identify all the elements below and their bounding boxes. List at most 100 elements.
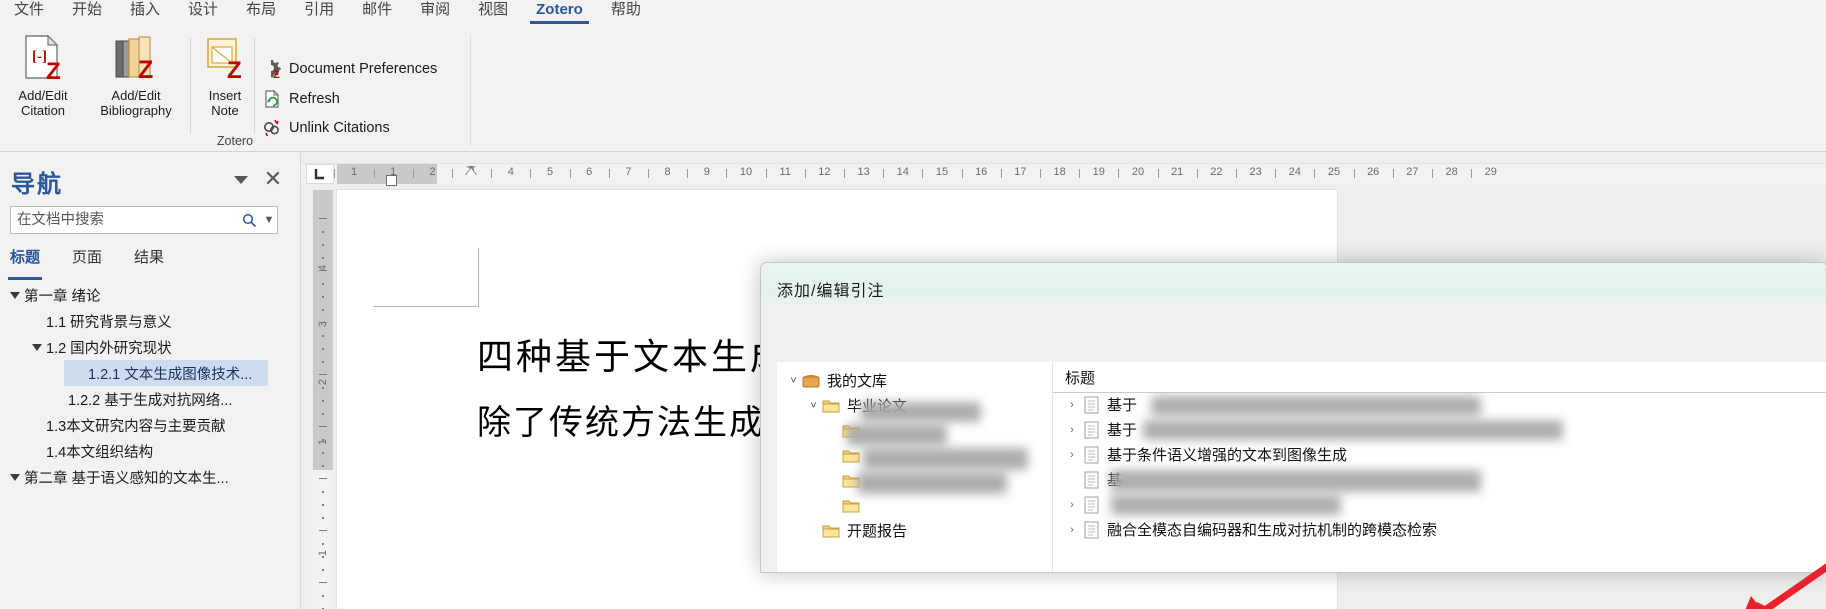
- chevron-down-icon[interactable]: [234, 176, 248, 184]
- nav-tree-item[interactable]: 1.2.2 基于生成对抗网络...: [0, 386, 300, 412]
- ribbon-tab-10[interactable]: 帮助: [597, 0, 655, 26]
- nav-tree-item[interactable]: 1.2.1 文本生成图像技术...: [64, 360, 268, 386]
- chevron-right-icon[interactable]: ›: [1063, 524, 1081, 536]
- add-edit-citation-label-2: Citation: [18, 103, 67, 118]
- folder-icon: [822, 523, 840, 538]
- refresh-label: Refresh: [289, 91, 340, 107]
- citation-list-item[interactable]: ›融合全模态自编码器和生成对抗机制的跨模态检索: [1053, 517, 1826, 542]
- add-edit-bibliography-button[interactable]: Z Add/Edit Bibliography: [88, 32, 184, 132]
- ribbon-tab-2[interactable]: 插入: [116, 0, 174, 26]
- items-list-pane[interactable]: 标题 ›基于›基于›基于条件语义增强的文本到图像生成基››融合全模态自编码器和生…: [1053, 362, 1826, 572]
- ribbon-tab-9[interactable]: Zotero: [522, 0, 597, 26]
- chevron-right-icon[interactable]: ›: [1063, 399, 1081, 411]
- nav-tree-item[interactable]: 1.3本文研究内容与主要贡献: [0, 412, 300, 438]
- expand-triangle-icon[interactable]: [8, 470, 22, 484]
- nav-tree-item[interactable]: 第二章 基于语义感知的文本生...: [0, 464, 300, 490]
- nav-tree-item[interactable]: 1.4本文组织结构: [0, 438, 300, 464]
- left-indent-marker[interactable]: [386, 175, 397, 186]
- items-list[interactable]: ›基于›基于›基于条件语义增强的文本到图像生成基››融合全模态自编码器和生成对抗…: [1053, 392, 1826, 572]
- horizontal-ruler[interactable]: 1123456789101112131415161718192021222324…: [301, 163, 1826, 184]
- ruler-tick: [1197, 169, 1198, 178]
- ruler-tick: [1393, 169, 1394, 178]
- folder-icon: [842, 423, 860, 438]
- nav-tree-item[interactable]: 第一章 绪论: [0, 282, 300, 308]
- chevron-down-icon[interactable]: ˅: [805, 400, 822, 412]
- ribbon-tab-3[interactable]: 设计: [174, 0, 232, 26]
- nav-tree-item-label: 1.3本文研究内容与主要贡献: [46, 415, 226, 436]
- document-preferences-button[interactable]: Z Document Preferences: [262, 56, 437, 82]
- library-tree-item[interactable]: ˅我的文库: [777, 368, 1052, 393]
- zotero-group-label: Zotero: [0, 134, 470, 148]
- library-tree-item[interactable]: [777, 418, 1052, 443]
- search-dropdown-icon[interactable]: ▼: [261, 207, 277, 233]
- column-title-label: 标题: [1065, 367, 1095, 388]
- document-preferences-label: Document Preferences: [289, 61, 437, 77]
- citation-list-item[interactable]: ›基于: [1053, 417, 1826, 442]
- items-column-header[interactable]: 标题: [1053, 362, 1826, 393]
- insert-note-button[interactable]: Z Insert Note: [196, 32, 254, 132]
- search-icon[interactable]: [237, 207, 261, 233]
- ribbon-tab-6[interactable]: 邮件: [348, 0, 406, 26]
- document-icon: [1081, 396, 1101, 414]
- library-tree-item[interactable]: [777, 443, 1052, 468]
- nav-tree-item[interactable]: 1.1 研究背景与意义: [0, 308, 300, 334]
- ribbon-tab-0[interactable]: 文件: [0, 0, 58, 26]
- citation-list-item[interactable]: 基: [1053, 467, 1826, 492]
- refresh-button[interactable]: Refresh: [262, 86, 340, 112]
- citation-list-item[interactable]: ›: [1053, 492, 1826, 517]
- chevron-down-icon[interactable]: ˅: [785, 375, 802, 387]
- ruler-number: 8: [665, 166, 671, 178]
- ribbon-tab-8[interactable]: 视图: [464, 0, 522, 26]
- chevron-right-icon[interactable]: ›: [1063, 449, 1081, 461]
- library-tree-item[interactable]: 开题报告: [777, 518, 1052, 543]
- add-edit-citation-button[interactable]: [-] Z Add/Edit Citation: [0, 32, 86, 132]
- expand-triangle-icon[interactable]: [30, 340, 44, 354]
- library-tree-item[interactable]: ˅毕业论文: [777, 393, 1052, 418]
- vertical-ruler-tick: [322, 400, 324, 402]
- citation-list-item[interactable]: ›基于条件语义增强的文本到图像生成: [1053, 442, 1826, 467]
- ruler-tick: [648, 169, 649, 178]
- close-icon[interactable]: ✕: [262, 168, 284, 190]
- tree-spacer: [30, 444, 44, 458]
- ruler-number: 16: [975, 166, 987, 178]
- first-line-indent-marker-inner: [466, 167, 476, 175]
- ruler-number: 17: [1014, 166, 1026, 178]
- margin-guide-vertical: [478, 248, 479, 306]
- library-tree-item[interactable]: [777, 468, 1052, 493]
- nav-tree-item-label: 第一章 绪论: [24, 285, 101, 306]
- nav-tab-1[interactable]: 页面: [72, 246, 102, 274]
- citation-list-item-label: 基于: [1107, 394, 1137, 415]
- chevron-right-icon[interactable]: ›: [1063, 499, 1081, 511]
- navigation-search-box[interactable]: ▼: [10, 206, 278, 234]
- ribbon-tab-7[interactable]: 审阅: [406, 0, 464, 26]
- nav-tab-0[interactable]: 标题: [10, 246, 40, 274]
- citation-list-item[interactable]: › 基于: [1053, 392, 1826, 417]
- library-tree-item[interactable]: [777, 493, 1052, 518]
- library-tree-pane[interactable]: ˅我的文库˅毕业论文开题报告: [777, 362, 1053, 572]
- ruler-number: 6: [586, 166, 592, 178]
- vertical-ruler-tick: [322, 296, 324, 298]
- ruler-tick: [962, 169, 963, 178]
- ribbon-separator-2: [254, 38, 255, 134]
- nav-tab-2[interactable]: 结果: [134, 246, 164, 274]
- ruler-tick: [1432, 169, 1433, 178]
- add-edit-citation-dialog[interactable]: 添加/编辑引注 ˅我的文库˅毕业论文开题报告 标题 ›基于›基于›基于条件语义增…: [760, 262, 1826, 573]
- expand-triangle-icon[interactable]: [8, 288, 22, 302]
- folder-icon: [842, 498, 860, 513]
- dialog-body: ˅我的文库˅毕业论文开题报告 标题 ›基于›基于›基于条件语义增强的文本到图像生…: [761, 313, 1826, 572]
- document-icon: [1081, 421, 1101, 439]
- search-input[interactable]: [11, 206, 237, 234]
- folder-icon: [822, 398, 840, 413]
- ruler-number: 21: [1171, 166, 1183, 178]
- chevron-right-icon[interactable]: ›: [1063, 424, 1081, 436]
- nav-tree-item[interactable]: 1.2 国内外研究现状: [0, 334, 300, 360]
- ruler-tick: [452, 169, 453, 178]
- vertical-ruler-number: 1: [317, 432, 329, 452]
- ribbon-tab-5[interactable]: 引用: [290, 0, 348, 26]
- ruler-tick: [491, 169, 492, 178]
- ribbon-tab-1[interactable]: 开始: [58, 0, 116, 26]
- vertical-ruler[interactable]: 43211: [313, 190, 333, 609]
- ribbon-tab-4[interactable]: 布局: [232, 0, 290, 26]
- document-icon: [1081, 471, 1101, 489]
- svg-text:Z: Z: [138, 56, 153, 83]
